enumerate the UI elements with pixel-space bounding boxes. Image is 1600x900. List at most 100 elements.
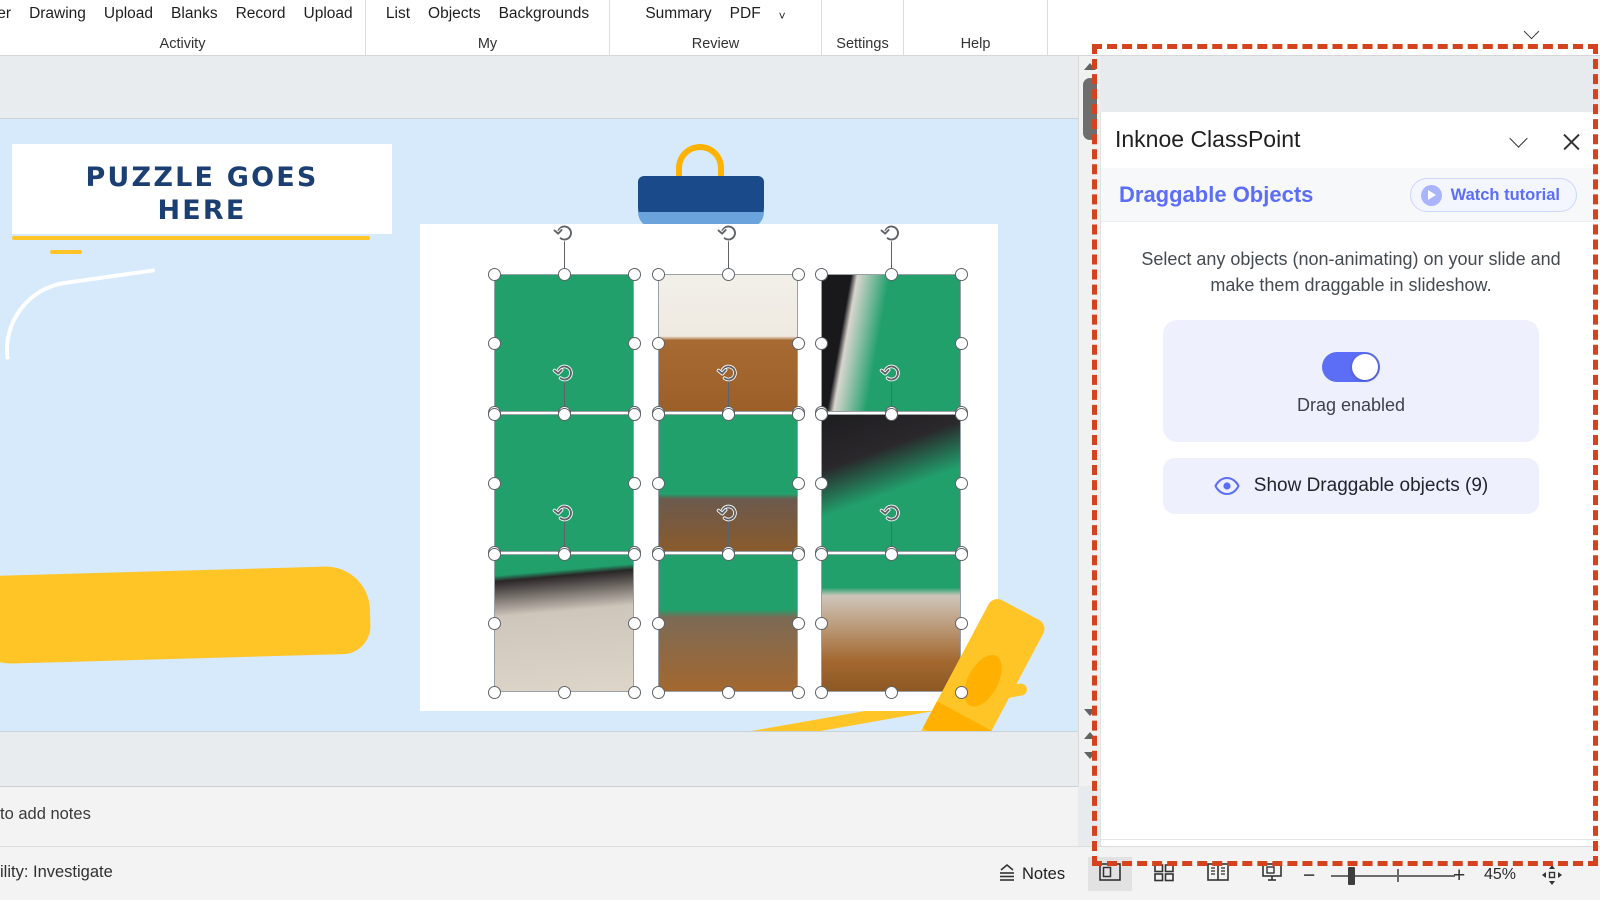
selection-handle[interactable] [651,267,665,281]
selection-handle[interactable] [791,547,805,561]
puzzle-piece[interactable] [658,554,798,692]
ribbon-item-pdf[interactable]: PDF [721,6,770,22]
selection-handle[interactable] [557,685,571,699]
selection-handle[interactable] [651,476,665,490]
selection-handle[interactable] [487,336,501,350]
selection-handle[interactable] [627,616,641,630]
rotation-handle-icon[interactable] [716,220,740,244]
ribbon-collapse-chevron-down-icon[interactable] [1523,23,1546,46]
selection-handle[interactable] [814,547,828,561]
ribbon-item-upload-1[interactable]: Upload [95,6,162,22]
zoom-in-button[interactable]: + [1453,865,1465,886]
ribbon-item-upload-2[interactable]: Upload [295,6,362,22]
selection-handle[interactable] [954,336,968,350]
selection-handle[interactable] [814,407,828,421]
rotation-handle-icon[interactable] [879,220,903,244]
selection-handle[interactable] [791,476,805,490]
fit-to-window-icon[interactable] [1538,861,1566,889]
selection-handle[interactable] [627,476,641,490]
selection-handle[interactable] [721,547,735,561]
presenter-view-button[interactable] [1250,857,1294,891]
ribbon-item-backgrounds[interactable]: Backgrounds [490,6,598,22]
selection-handle[interactable] [487,616,501,630]
scroll-down-arrow-icon[interactable] [1082,704,1098,720]
selection-handle[interactable] [954,407,968,421]
selection-handle[interactable] [954,616,968,630]
selection-handle[interactable] [884,685,898,699]
selection-handle[interactable] [487,267,501,281]
scrollbar-thumb[interactable] [1083,78,1097,140]
selection-handle[interactable] [557,407,571,421]
selection-handle[interactable] [651,685,665,699]
selection-handle[interactable] [721,267,735,281]
rotation-handle-icon[interactable] [716,360,740,384]
selection-handle[interactable] [814,685,828,699]
panel-close-icon[interactable] [1559,130,1583,154]
selection-handle[interactable] [791,267,805,281]
selection-handle[interactable] [954,476,968,490]
selection-handle[interactable] [487,685,501,699]
selection-handle[interactable] [487,547,501,561]
scroll-up-arrow-icon[interactable] [1082,58,1098,74]
slide-surface[interactable]: PUZZLE GOES HERE [0,119,1078,731]
selection-handle[interactable] [791,407,805,421]
drag-enabled-toggle[interactable] [1322,352,1380,382]
zoom-out-button[interactable]: − [1303,865,1315,886]
selection-handle[interactable] [954,267,968,281]
zoom-level-label[interactable]: 45% [1484,866,1516,884]
selection-handle[interactable] [814,336,828,350]
puzzle-piece[interactable] [821,554,961,692]
ribbon-item-blanks[interactable]: Blanks [162,6,227,22]
selection-handle[interactable] [954,685,968,699]
next-slide-double-arrow-icon[interactable] [1082,748,1098,762]
selection-handle[interactable] [487,476,501,490]
rotation-handle-icon[interactable] [716,500,740,524]
selection-handle[interactable] [814,616,828,630]
ribbon-item-objects[interactable]: Objects [419,6,490,22]
panel-collapse-chevron-down-icon[interactable] [1509,129,1531,152]
selection-handle[interactable] [487,407,501,421]
ribbon-item-answer[interactable]: swer [0,6,20,22]
show-draggable-objects-button[interactable]: Show Draggable objects (9) [1163,458,1539,514]
ribbon-item-list[interactable]: List [377,6,419,22]
previous-slide-double-arrow-icon[interactable] [1082,728,1098,742]
selection-handle[interactable] [651,407,665,421]
selection-handle[interactable] [814,267,828,281]
watch-tutorial-button[interactable]: Watch tutorial [1409,178,1577,212]
selection-handle[interactable] [791,616,805,630]
notes-toggle-button[interactable]: Notes [996,861,1065,888]
selection-handle[interactable] [651,547,665,561]
slide-title-box[interactable]: PUZZLE GOES HERE [12,144,392,234]
selection-handle[interactable] [791,685,805,699]
selection-handle[interactable] [627,267,641,281]
zoom-slider-thumb[interactable] [1348,867,1355,885]
ribbon-review-chevron-down-icon[interactable]: ˅ [770,10,795,22]
selection-handle[interactable] [721,685,735,699]
reading-view-button[interactable] [1196,857,1240,891]
ribbon-item-summary[interactable]: Summary [636,6,720,22]
normal-view-button[interactable] [1088,857,1132,891]
puzzle-piece[interactable] [494,554,634,692]
selection-handle[interactable] [884,267,898,281]
selection-handle[interactable] [884,407,898,421]
selection-handle[interactable] [954,547,968,561]
selection-handle[interactable] [627,685,641,699]
selection-handle[interactable] [627,547,641,561]
accessibility-status[interactable]: ility: Investigate [0,863,113,882]
rotation-handle-icon[interactable] [552,360,576,384]
slide-sorter-view-button[interactable] [1142,857,1186,891]
selection-handle[interactable] [557,547,571,561]
notes-pane[interactable]: to add notes [0,786,1078,846]
selection-handle[interactable] [627,336,641,350]
rotation-handle-icon[interactable] [552,220,576,244]
slide-vertical-scrollbar[interactable] [1078,56,1100,786]
rotation-handle-icon[interactable] [879,360,903,384]
selection-handle[interactable] [651,616,665,630]
selection-handle[interactable] [627,407,641,421]
selection-handle[interactable] [884,547,898,561]
selection-handle[interactable] [791,336,805,350]
ribbon-item-record[interactable]: Record [227,6,295,22]
selection-handle[interactable] [721,407,735,421]
selection-handle[interactable] [814,476,828,490]
rotation-handle-icon[interactable] [879,500,903,524]
